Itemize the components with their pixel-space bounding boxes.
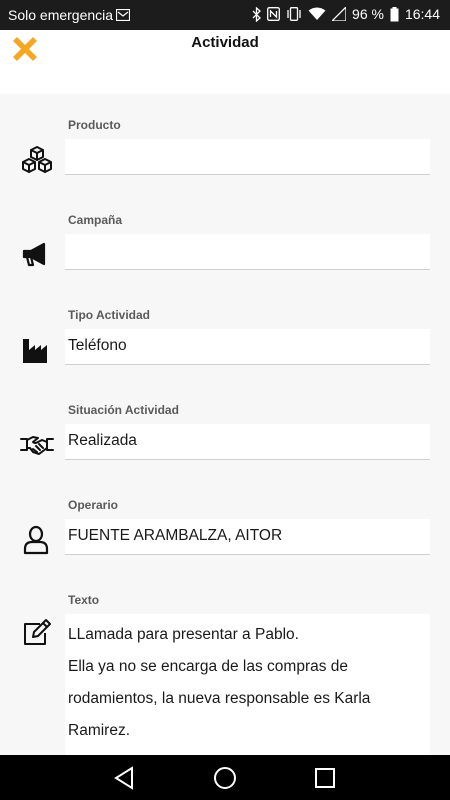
tipo-actividad-field[interactable]: Teléfono — [65, 329, 430, 365]
home-button[interactable] — [212, 765, 238, 791]
status-carrier: Solo emergencia — [8, 7, 131, 23]
texto-label: Texto — [68, 593, 100, 607]
operario-field[interactable]: FUENTE ARAMBALZA, AITOR — [65, 519, 430, 555]
tipo-actividad-label: Tipo Actividad — [68, 308, 151, 322]
recents-square-icon — [315, 768, 335, 788]
campana-label: Campaña — [68, 213, 123, 227]
user-icon — [23, 525, 49, 555]
battery-percent: 96 % — [352, 6, 384, 22]
campana-field[interactable] — [65, 234, 430, 270]
operario-label: Operario — [68, 498, 119, 512]
vibrate-icon — [287, 7, 301, 21]
texto-line: Ella ya no se encarga de las compras de — [68, 658, 349, 675]
wifi-icon — [308, 7, 326, 20]
situacion-actividad-field[interactable]: Realizada — [65, 424, 430, 460]
megaphone-icon — [22, 242, 46, 267]
app-header: Actividad — [0, 30, 450, 94]
situacion-actividad-label: Situación Actividad — [68, 403, 179, 417]
texto-line: LLamada para presentar a Pablo. — [68, 626, 299, 643]
status-time: 16:44 — [404, 6, 440, 22]
signal-icon — [332, 7, 347, 21]
texto-field[interactable]: LLamada para presentar a Pablo. Ella ya … — [65, 614, 430, 755]
home-circle-icon — [214, 767, 236, 789]
factory-icon — [23, 339, 47, 363]
nfc-icon — [267, 7, 280, 21]
producto-label: Producto — [68, 118, 121, 132]
boxes-icon — [22, 146, 52, 173]
battery-icon — [390, 6, 399, 21]
bluetooth-icon — [252, 6, 261, 22]
texto-line: Ramirez. — [68, 722, 131, 739]
back-button[interactable] — [112, 765, 138, 791]
sim-icon — [116, 9, 131, 21]
status-icons: 96 % 16:44 — [252, 6, 440, 22]
producto-field[interactable] — [65, 139, 430, 175]
edit-icon — [24, 619, 51, 645]
activity-form: Producto Campaña Tipo Actividad Teléfono… — [0, 94, 450, 755]
page-title: Actividad — [191, 34, 259, 51]
back-triangle-icon — [114, 766, 133, 790]
status-bar: Solo emergencia 96 % 16:44 — [0, 0, 450, 30]
handshake-icon — [20, 436, 54, 455]
system-nav-bar — [0, 755, 450, 800]
carrier-text: Solo emergencia — [8, 7, 114, 23]
recents-button[interactable] — [312, 765, 338, 791]
texto-line: rodamientos, la nueva responsable es Kar… — [68, 690, 371, 707]
